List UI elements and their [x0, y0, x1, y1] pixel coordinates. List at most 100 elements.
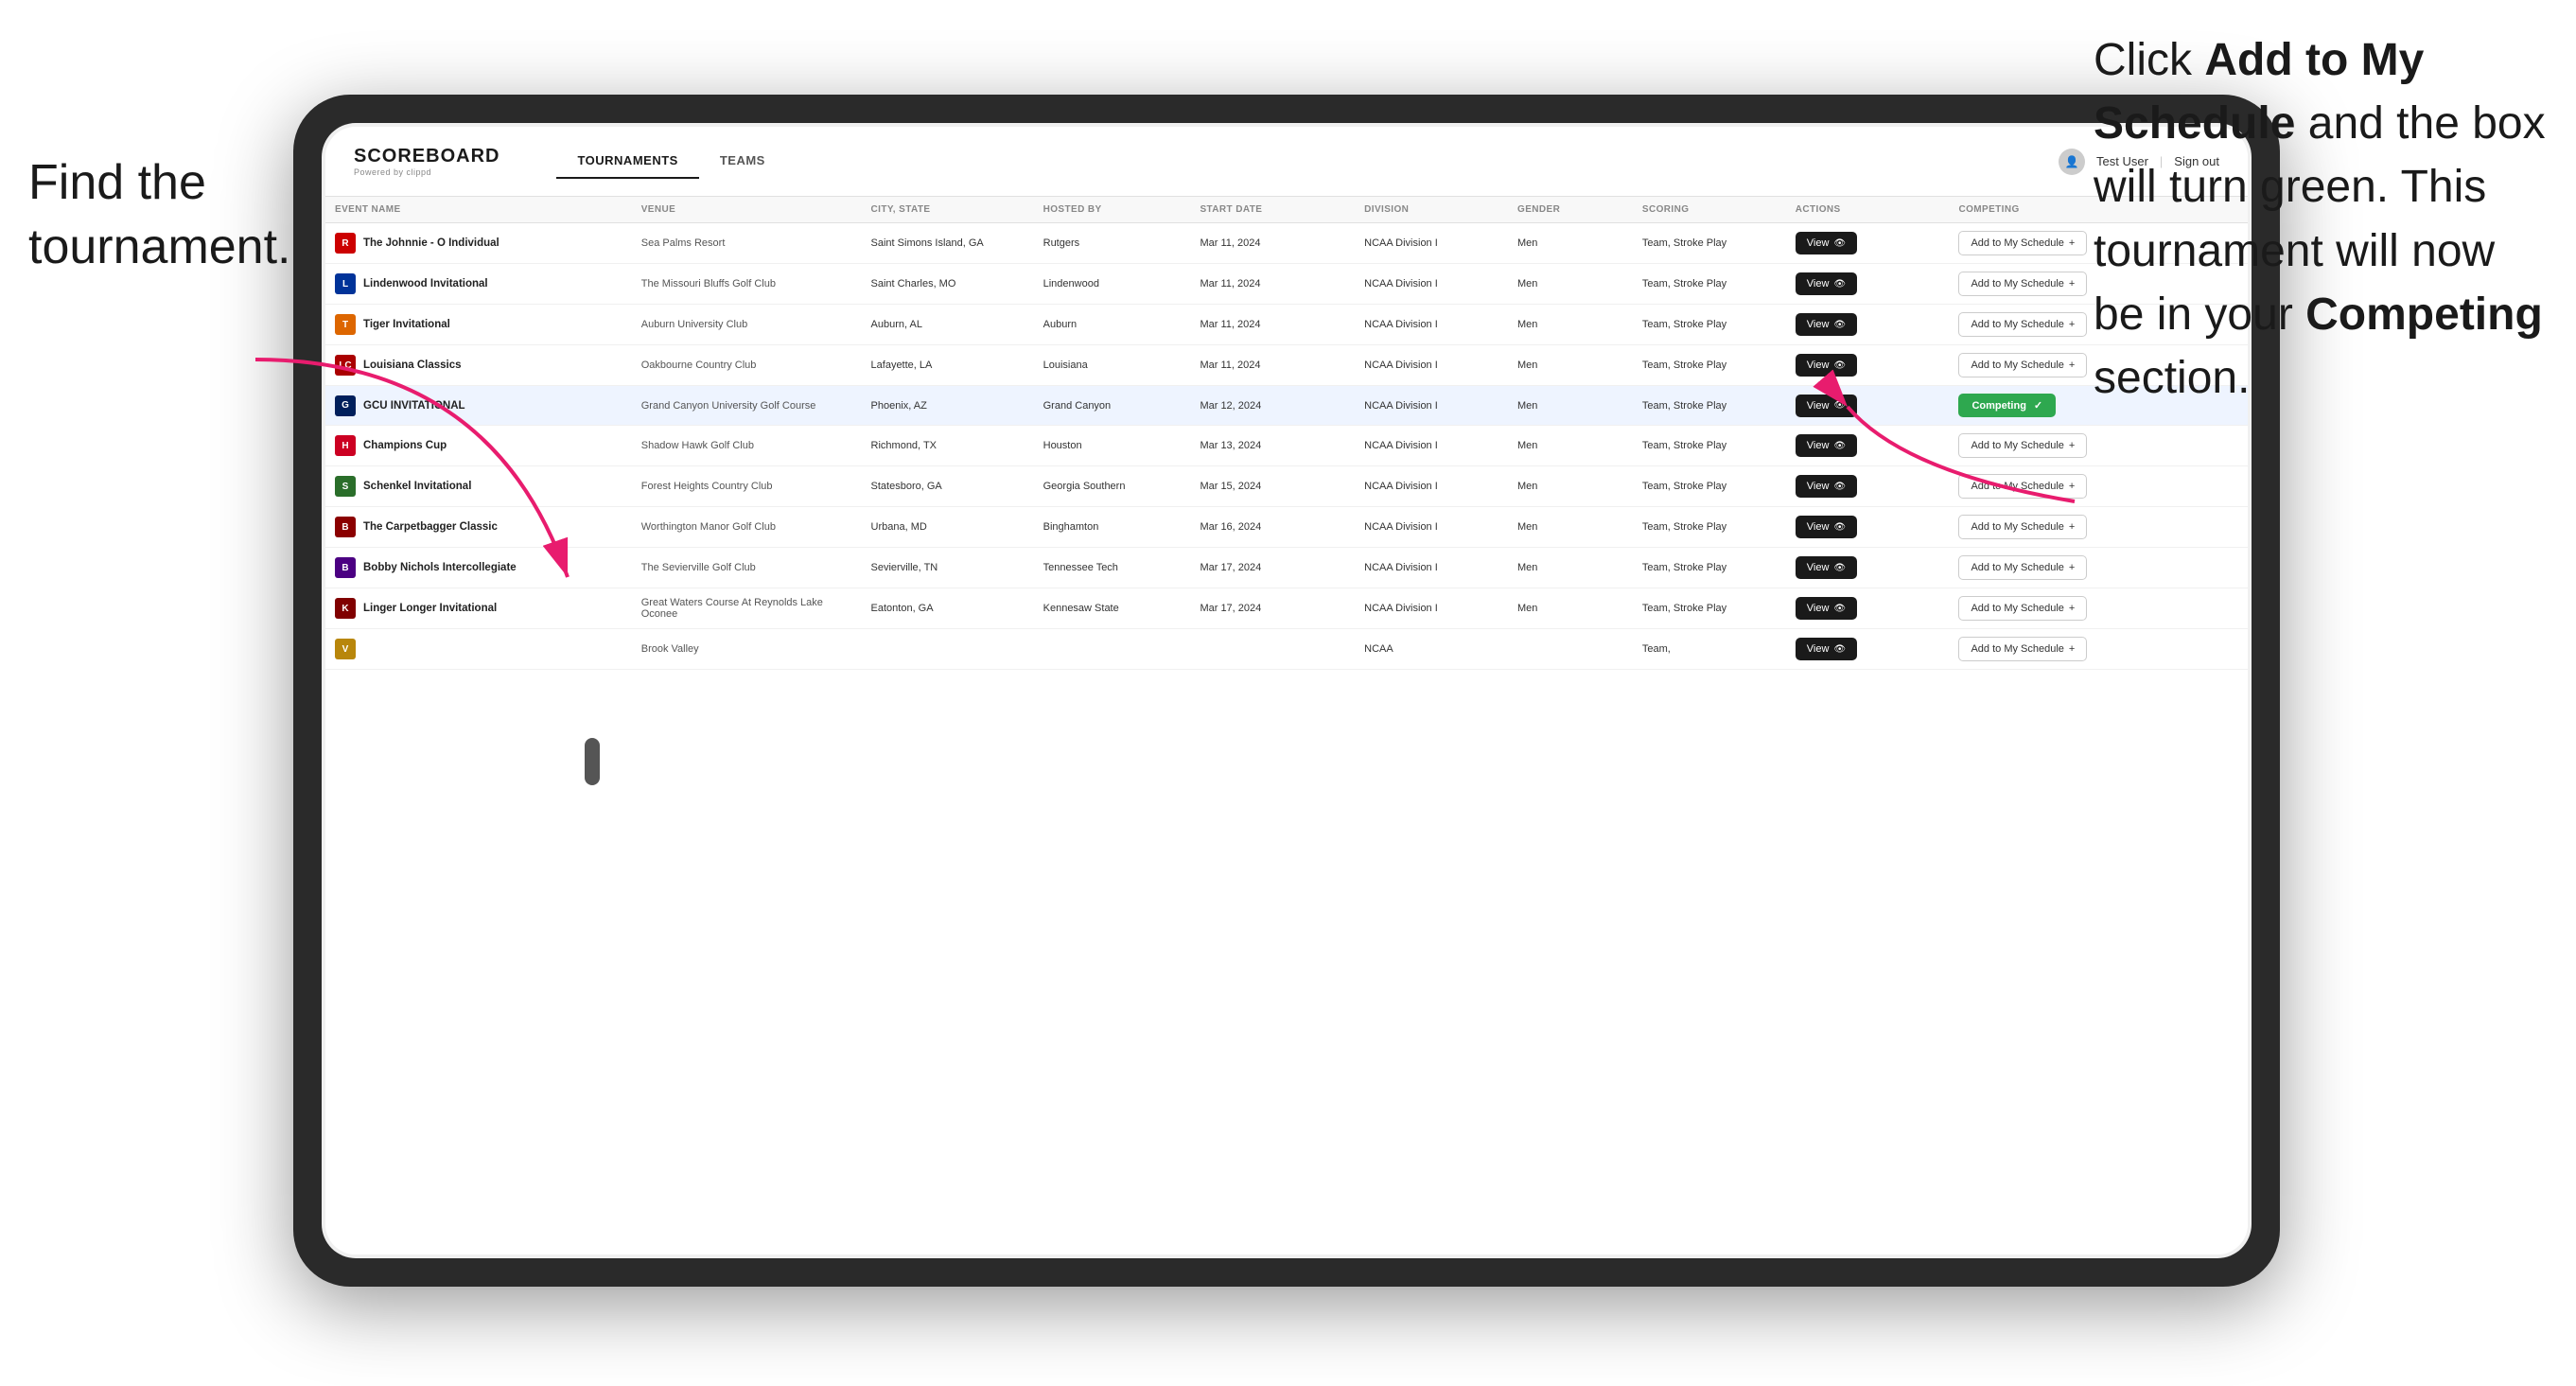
view-label-0: View	[1807, 237, 1830, 249]
plus-icon-1: +	[2069, 278, 2075, 289]
venue-cell-8: The Sevierville Golf Club	[632, 548, 862, 588]
tab-teams[interactable]: TEAMS	[699, 144, 786, 179]
table-row: H Champions Cup Shadow Hawk Golf Club Ri…	[325, 426, 2248, 466]
logo-area: SCOREBOARD Powered by clippd	[354, 146, 499, 177]
col-gender: GENDER	[1508, 197, 1633, 223]
date-cell-4: Mar 12, 2024	[1190, 386, 1355, 426]
city-cell-9: Eatonton, GA	[862, 588, 1034, 629]
event-name-1: Lindenwood Invitational	[363, 278, 488, 289]
view-button-0[interactable]: View 👁	[1796, 232, 1857, 254]
city-cell-0: Saint Simons Island, GA	[862, 223, 1034, 264]
add-schedule-button-3[interactable]: Add to My Schedule +	[1958, 353, 2087, 377]
gender-cell-7: Men	[1508, 507, 1633, 548]
actions-cell-5: View 👁	[1786, 426, 1950, 466]
venue-cell-2: Auburn University Club	[632, 305, 862, 345]
table-row: B Bobby Nichols Intercollegiate The Sevi…	[325, 548, 2248, 588]
view-label-5: View	[1807, 440, 1830, 451]
division-cell-0: NCAA Division I	[1355, 223, 1508, 264]
event-name-3: Louisiana Classics	[363, 360, 462, 371]
venue-cell-3: Oakbourne Country Club	[632, 345, 862, 386]
col-event-name: EVENT NAME	[325, 197, 632, 223]
view-button-9[interactable]: View 👁	[1796, 597, 1857, 620]
view-button-8[interactable]: View 👁	[1796, 556, 1857, 579]
view-label-4: View	[1807, 400, 1830, 412]
actions-cell-2: View 👁	[1786, 305, 1950, 345]
division-cell-4: NCAA Division I	[1355, 386, 1508, 426]
event-cell-5: H Champions Cup	[325, 426, 632, 466]
hosted-cell-6: Georgia Southern	[1034, 466, 1191, 507]
venue-cell-0: Sea Palms Resort	[632, 223, 862, 264]
hosted-cell-5: Houston	[1034, 426, 1191, 466]
add-schedule-label-10: Add to My Schedule	[1971, 643, 2063, 655]
division-cell-6: NCAA Division I	[1355, 466, 1508, 507]
add-schedule-button-2[interactable]: Add to My Schedule +	[1958, 312, 2087, 337]
scoring-cell-7: Team, Stroke Play	[1633, 507, 1786, 548]
event-cell-6: S Schenkel Invitational	[325, 466, 632, 507]
view-button-7[interactable]: View 👁	[1796, 516, 1857, 538]
gender-cell-1: Men	[1508, 264, 1633, 305]
date-cell-1: Mar 11, 2024	[1190, 264, 1355, 305]
competing-button-4[interactable]: Competing ✓	[1958, 394, 2056, 417]
add-schedule-button-0[interactable]: Add to My Schedule +	[1958, 231, 2087, 255]
add-schedule-button-5[interactable]: Add to My Schedule +	[1958, 433, 2087, 458]
table-row: B The Carpetbagger Classic Worthington M…	[325, 507, 2248, 548]
view-label-2: View	[1807, 319, 1830, 330]
eye-icon-9: 👁	[1833, 604, 1846, 614]
gender-cell-6: Men	[1508, 466, 1633, 507]
event-name-5: Champions Cup	[363, 440, 447, 451]
view-button-1[interactable]: View 👁	[1796, 272, 1857, 295]
add-schedule-label-3: Add to My Schedule	[1971, 360, 2063, 371]
view-button-2[interactable]: View 👁	[1796, 313, 1857, 336]
scoring-cell-5: Team, Stroke Play	[1633, 426, 1786, 466]
gender-cell-4: Men	[1508, 386, 1633, 426]
division-cell-8: NCAA Division I	[1355, 548, 1508, 588]
plus-icon-2: +	[2069, 319, 2075, 330]
add-schedule-button-6[interactable]: Add to My Schedule +	[1958, 474, 2087, 499]
scoring-cell-2: Team, Stroke Play	[1633, 305, 1786, 345]
division-cell-1: NCAA Division I	[1355, 264, 1508, 305]
eye-icon-1: 👁	[1833, 279, 1846, 289]
add-schedule-button-8[interactable]: Add to My Schedule +	[1958, 555, 2087, 580]
hosted-cell-8: Tennessee Tech	[1034, 548, 1191, 588]
eye-icon-8: 👁	[1833, 563, 1846, 573]
event-cell-4: G GCU INVITATIONAL	[325, 386, 632, 426]
eye-icon-10: 👁	[1833, 644, 1846, 655]
team-logo-6: S	[335, 476, 356, 497]
view-button-10[interactable]: View 👁	[1796, 638, 1857, 660]
team-logo-8: B	[335, 557, 356, 578]
gender-cell-0: Men	[1508, 223, 1633, 264]
tablet-screen: SCOREBOARD Powered by clippd TOURNAMENTS…	[322, 123, 2252, 1258]
venue-cell-9: Great Waters Course At Reynolds Lake Oco…	[632, 588, 862, 629]
event-cell-10: V	[325, 629, 632, 670]
date-cell-0: Mar 11, 2024	[1190, 223, 1355, 264]
team-logo-4: G	[335, 395, 356, 416]
event-cell-8: B Bobby Nichols Intercollegiate	[325, 548, 632, 588]
add-schedule-button-9[interactable]: Add to My Schedule +	[1958, 596, 2087, 621]
tab-tournaments[interactable]: TOURNAMENTS	[556, 144, 698, 179]
venue-cell-7: Worthington Manor Golf Club	[632, 507, 862, 548]
tablet-frame: SCOREBOARD Powered by clippd TOURNAMENTS…	[293, 95, 2280, 1287]
venue-cell-10: Brook Valley	[632, 629, 862, 670]
view-label-6: View	[1807, 481, 1830, 492]
event-name-4: GCU INVITATIONAL	[363, 400, 465, 412]
view-button-5[interactable]: View 👁	[1796, 434, 1857, 457]
view-label-10: View	[1807, 643, 1830, 655]
plus-icon-10: +	[2069, 643, 2075, 655]
scoring-cell-8: Team, Stroke Play	[1633, 548, 1786, 588]
gender-cell-2: Men	[1508, 305, 1633, 345]
event-cell-9: K Linger Longer Invitational	[325, 588, 632, 629]
view-button-6[interactable]: View 👁	[1796, 475, 1857, 498]
date-cell-2: Mar 11, 2024	[1190, 305, 1355, 345]
add-schedule-button-1[interactable]: Add to My Schedule +	[1958, 272, 2087, 296]
date-cell-5: Mar 13, 2024	[1190, 426, 1355, 466]
city-cell-6: Statesboro, GA	[862, 466, 1034, 507]
col-city-state: CITY, STATE	[862, 197, 1034, 223]
add-schedule-button-7[interactable]: Add to My Schedule +	[1958, 515, 2087, 539]
event-cell-2: T Tiger Invitational	[325, 305, 632, 345]
event-name-2: Tiger Invitational	[363, 319, 450, 330]
sidebar-toggle[interactable]	[585, 738, 600, 785]
add-schedule-button-10[interactable]: Add to My Schedule +	[1958, 637, 2087, 661]
view-button-4[interactable]: View 👁	[1796, 395, 1857, 417]
view-button-3[interactable]: View 👁	[1796, 354, 1857, 377]
team-logo-5: H	[335, 435, 356, 456]
